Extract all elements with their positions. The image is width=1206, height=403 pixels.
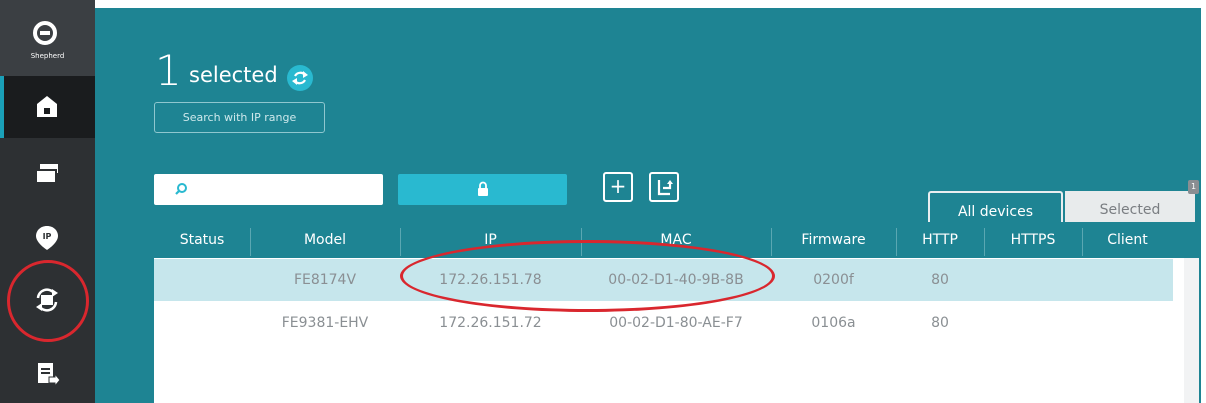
table-row[interactable]: FE9381-EHV 172.26.151.72 00-02-D1-80-AE-… — [154, 302, 1173, 344]
cell-model: FE8174V — [293, 272, 357, 288]
shepherd-logo-icon — [33, 21, 57, 45]
cell-mac: 00-02-D1-80-AE-F7 — [609, 315, 743, 331]
lock-button[interactable] — [398, 174, 567, 205]
lock-icon — [478, 181, 488, 196]
cell-status — [154, 259, 250, 301]
cell-firmware: 0106a — [811, 315, 856, 331]
column-header-model[interactable]: Model — [250, 222, 400, 258]
main-panel: 1 selected Search with IP range + All de… — [95, 8, 1201, 403]
refresh-icon — [292, 71, 308, 85]
column-header-https[interactable]: HTTPS — [984, 222, 1082, 258]
sync-icon — [36, 288, 58, 312]
selected-count: 1 — [155, 46, 182, 95]
device-table: Status Model IP MAC Firmware HTTP HTTPS … — [154, 222, 1199, 403]
cell-ip: 172.26.151.72 — [439, 315, 542, 331]
column-header-mac[interactable]: MAC — [581, 222, 771, 258]
cell-client — [1082, 259, 1173, 301]
sidebar: Shepherd IP — [0, 0, 95, 403]
search-input[interactable] — [154, 174, 383, 205]
table-scrollbar[interactable] — [1184, 258, 1199, 403]
column-header-status[interactable]: Status — [154, 222, 250, 258]
cell-https — [984, 259, 1082, 301]
logo-text: Shepherd — [30, 52, 65, 60]
column-header-firmware[interactable]: Firmware — [771, 222, 896, 258]
cell-http: 80 — [931, 315, 949, 331]
export-button[interactable] — [649, 172, 679, 202]
column-header-client[interactable]: Client — [1082, 222, 1173, 258]
sidebar-item-export[interactable] — [0, 348, 95, 403]
app-logo: Shepherd — [0, 0, 95, 76]
cell-http: 80 — [931, 272, 949, 288]
cell-model: FE9381-EHV — [281, 315, 369, 331]
devices-icon — [35, 164, 58, 184]
sidebar-item-devices[interactable] — [0, 145, 95, 207]
search-ip-range-button[interactable]: Search with IP range — [154, 102, 325, 133]
cell-status — [154, 302, 250, 344]
selected-count-badge: 1 — [1188, 180, 1199, 194]
sidebar-item-sync[interactable] — [0, 270, 95, 332]
table-row[interactable]: FE8174V 172.26.151.78 00-02-D1-40-9B-8B … — [154, 259, 1173, 301]
svg-text:IP: IP — [43, 232, 52, 241]
ip-icon: IP — [36, 226, 58, 250]
add-button[interactable]: + — [603, 172, 633, 202]
cell-client — [1082, 302, 1173, 344]
cell-ip: 172.26.151.78 — [439, 272, 542, 288]
sidebar-item-home[interactable] — [0, 76, 95, 138]
export-icon — [657, 180, 673, 196]
column-header-ip[interactable]: IP — [400, 222, 581, 258]
cell-mac: 00-02-D1-40-9B-8B — [608, 272, 744, 288]
export-list-icon — [38, 363, 61, 388]
cell-firmware: 0200f — [813, 272, 854, 288]
table-header: Status Model IP MAC Firmware HTTP HTTPS … — [154, 222, 1199, 258]
search-icon — [175, 183, 187, 195]
refresh-button[interactable] — [287, 65, 313, 91]
cell-https — [984, 302, 1082, 344]
sidebar-item-ip[interactable]: IP — [0, 209, 95, 271]
home-icon — [37, 96, 57, 117]
selected-label: selected — [189, 63, 278, 87]
column-header-http[interactable]: HTTP — [896, 222, 984, 258]
